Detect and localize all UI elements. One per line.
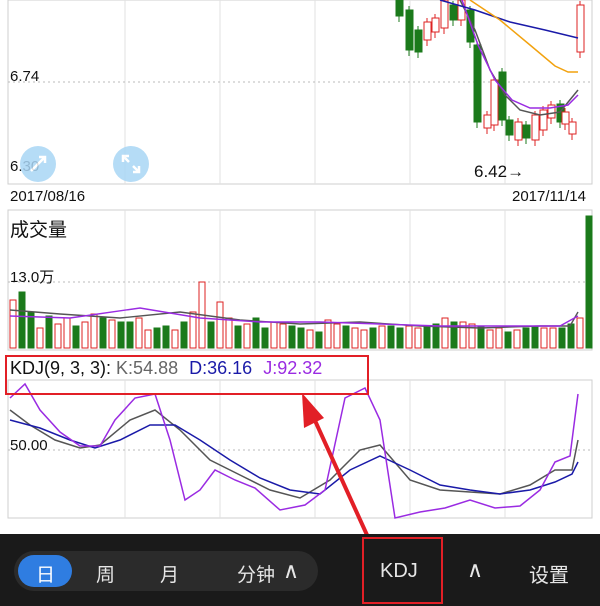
volume-bar — [18, 291, 26, 349]
volume-bar — [162, 325, 170, 349]
volume-bar — [486, 329, 494, 349]
candle — [414, 29, 423, 53]
candle — [423, 21, 432, 41]
volume-bar — [216, 301, 224, 349]
volume-bar — [207, 321, 215, 349]
candle — [505, 119, 514, 136]
volume-bar — [45, 315, 53, 349]
collapse-chevron-up-icon[interactable]: ∧ — [467, 557, 483, 583]
kdj-button-highlight — [362, 537, 443, 604]
kdj-k-line — [9, 409, 579, 499]
volume-bar — [63, 317, 71, 349]
volume-bar — [576, 317, 584, 349]
volume-bar — [585, 215, 593, 349]
chart-canvas[interactable] — [0, 0, 600, 534]
period-minute[interactable]: 分钟 — [237, 560, 275, 587]
zoom-in-icon[interactable] — [20, 146, 56, 182]
volume-bar — [396, 327, 404, 349]
volume-bar — [567, 323, 575, 349]
volume-bar — [513, 329, 521, 349]
period-day[interactable]: 日 — [36, 560, 55, 587]
volume-bar — [522, 327, 530, 349]
volume-bar — [144, 329, 152, 349]
min-price-marker: 6.42→ — [474, 162, 525, 181]
volume-bar — [153, 327, 161, 349]
candle — [568, 121, 577, 135]
candle — [522, 124, 531, 139]
volume-bar — [54, 323, 62, 349]
volume-bar — [9, 299, 17, 349]
volume-bar — [279, 323, 287, 349]
candle — [440, 0, 449, 29]
volume-scale-label: 13.0万 — [10, 269, 55, 286]
volume-bar — [387, 325, 395, 349]
volume-bar — [432, 323, 440, 349]
volume-bar — [441, 317, 449, 349]
volume-bar — [549, 327, 557, 349]
candle — [514, 121, 523, 141]
expand-icon[interactable] — [113, 146, 149, 182]
volume-bar — [108, 319, 116, 349]
volume-bar — [558, 327, 566, 349]
kdj-j-line — [9, 382, 579, 519]
volume-bar — [99, 317, 107, 349]
candle — [561, 111, 570, 125]
volume-bar — [342, 325, 350, 349]
kdj-header-highlight — [5, 355, 369, 395]
period-week[interactable]: 周 — [96, 560, 115, 587]
volume-bar — [324, 319, 332, 349]
volume-bar — [477, 325, 485, 349]
volume-bar — [270, 321, 278, 349]
date-start: 2017/08/16 — [10, 188, 86, 205]
volume-bar — [495, 327, 503, 349]
candle — [531, 114, 540, 141]
volume-bar — [369, 327, 377, 349]
volume-bar — [90, 313, 98, 349]
volume-bar — [360, 329, 368, 349]
volume-bar — [306, 329, 314, 349]
candle — [576, 4, 585, 53]
candle — [539, 109, 548, 131]
volume-bar — [36, 327, 44, 349]
volume-bar — [72, 325, 80, 349]
volume-bar — [288, 325, 296, 349]
volume-bar — [531, 325, 539, 349]
volume-bar — [261, 327, 269, 349]
volume-title: 成交量 — [10, 220, 68, 241]
candle — [405, 9, 414, 51]
volume-bar — [126, 321, 134, 349]
candle — [431, 17, 440, 33]
volume-bar — [333, 323, 341, 349]
volume-bar — [351, 327, 359, 349]
volume-bar — [243, 323, 251, 349]
volume-bar — [315, 331, 323, 349]
volume-bar — [81, 321, 89, 349]
volume-bar — [135, 317, 143, 349]
volume-bar — [414, 327, 422, 349]
volume-bar — [225, 317, 233, 349]
volume-bar — [171, 329, 179, 349]
period-month[interactable]: 月 — [160, 560, 179, 587]
candle — [449, 4, 458, 21]
candle — [473, 44, 482, 123]
volume-bar — [234, 325, 242, 349]
volume-bar — [117, 321, 125, 349]
candle — [490, 79, 499, 126]
volume-bar — [504, 331, 512, 349]
volume-bar — [540, 327, 548, 349]
volume-bar — [180, 321, 188, 349]
price-high-label: 6.74 — [10, 68, 40, 85]
kdj-d-line — [9, 419, 579, 495]
kdj-mid-label: 50.00 — [10, 437, 48, 454]
volume-bar — [378, 325, 386, 349]
volume-bar — [423, 325, 431, 349]
candle — [483, 114, 492, 129]
settings-button[interactable]: 设置 — [529, 559, 569, 588]
volume-bar — [297, 327, 305, 349]
date-end: 2017/11/14 — [512, 188, 586, 205]
minute-chevron-up-icon[interactable]: ∧ — [283, 558, 299, 584]
volume-bar — [405, 325, 413, 349]
candle — [395, 0, 404, 17]
